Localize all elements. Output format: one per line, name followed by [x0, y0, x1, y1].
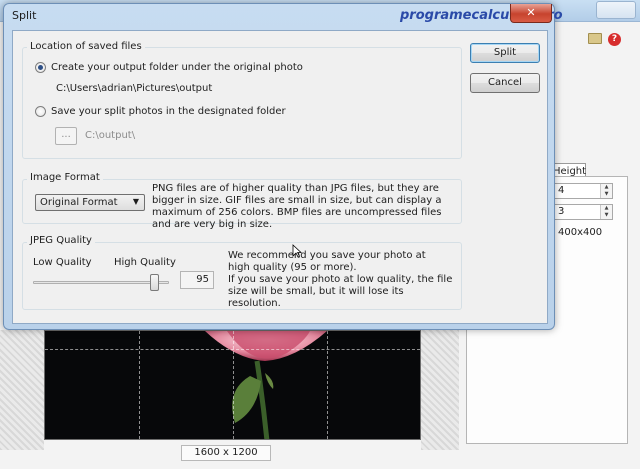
rows-stepper-arrows-icon[interactable]: ▲ ▼ — [600, 184, 612, 198]
jpeg-note-recommend: We recommend you save your photo at high… — [228, 250, 426, 273]
piece-size-label: 400x400 — [558, 227, 603, 238]
cols-stepper-arrows-icon[interactable]: ▲ ▼ — [600, 205, 612, 219]
toolbar-icons: ? — [588, 33, 621, 46]
help-icon[interactable]: ? — [608, 33, 621, 46]
browse-folder-button[interactable]: ... — [55, 127, 77, 145]
split-guide-v — [139, 331, 140, 439]
dialog-close-button[interactable]: ✕ — [510, 4, 552, 23]
dialog-title: Split — [12, 9, 37, 22]
radio-original-folder[interactable] — [35, 62, 46, 73]
flower-image — [205, 331, 327, 439]
option-original-label: Create your output folder under the orig… — [51, 62, 303, 73]
radio-designated-folder[interactable] — [35, 106, 46, 117]
image-format-select[interactable]: Original Format ▼ — [35, 194, 145, 211]
cols-value: 3 — [558, 206, 565, 217]
option-designated-label: Save your split photos in the designated… — [51, 106, 286, 117]
rows-value: 4 — [558, 185, 565, 196]
quality-value-box: 95 — [180, 271, 214, 289]
photo-size-label: 1600 x 1200 — [181, 445, 271, 461]
original-output-path: C:\Users\adrian\Pictures\output — [56, 83, 213, 94]
jpeg-note-warning: If you save your photo at low quality, t… — [228, 274, 453, 309]
image-format-value: Original Format — [40, 197, 118, 208]
high-quality-label: High Quality — [114, 257, 176, 268]
cancel-button[interactable]: Cancel — [470, 73, 540, 93]
option-designated-folder[interactable]: Save your split photos in the designated… — [35, 106, 286, 117]
dialog-body: Location of saved files Create your outp… — [12, 30, 548, 324]
mouse-cursor-icon — [292, 244, 302, 258]
quality-slider-track[interactable] — [33, 281, 169, 284]
quality-slider-thumb[interactable] — [150, 274, 159, 291]
split-guide-v — [233, 331, 234, 439]
split-dialog: Split programecalculator.ro ✕ Location o… — [3, 3, 563, 330]
jpeg-quality-label: JPEG Quality — [27, 235, 95, 246]
low-quality-label: Low Quality — [33, 257, 92, 268]
canvas-margin-right — [421, 330, 459, 450]
cols-stepper[interactable]: 3 ▲ ▼ — [553, 204, 613, 220]
designated-output-path: C:\output\ — [85, 130, 136, 141]
canvas-margin-left — [0, 330, 44, 450]
split-button[interactable]: Split — [470, 43, 540, 63]
chevron-down-icon: ▼ — [132, 197, 139, 206]
image-format-note: PNG files are of higher quality than JPG… — [152, 183, 442, 230]
location-group-label: Location of saved files — [27, 41, 145, 52]
photo-preview[interactable] — [44, 330, 421, 440]
main-window-controls[interactable] — [596, 1, 636, 19]
image-format-label: Image Format — [27, 172, 103, 183]
split-guide-v — [327, 331, 328, 439]
folder-icon[interactable] — [588, 33, 602, 44]
option-original-folder[interactable]: Create your output folder under the orig… — [35, 62, 303, 73]
rows-stepper[interactable]: 4 ▲ ▼ — [553, 183, 613, 199]
